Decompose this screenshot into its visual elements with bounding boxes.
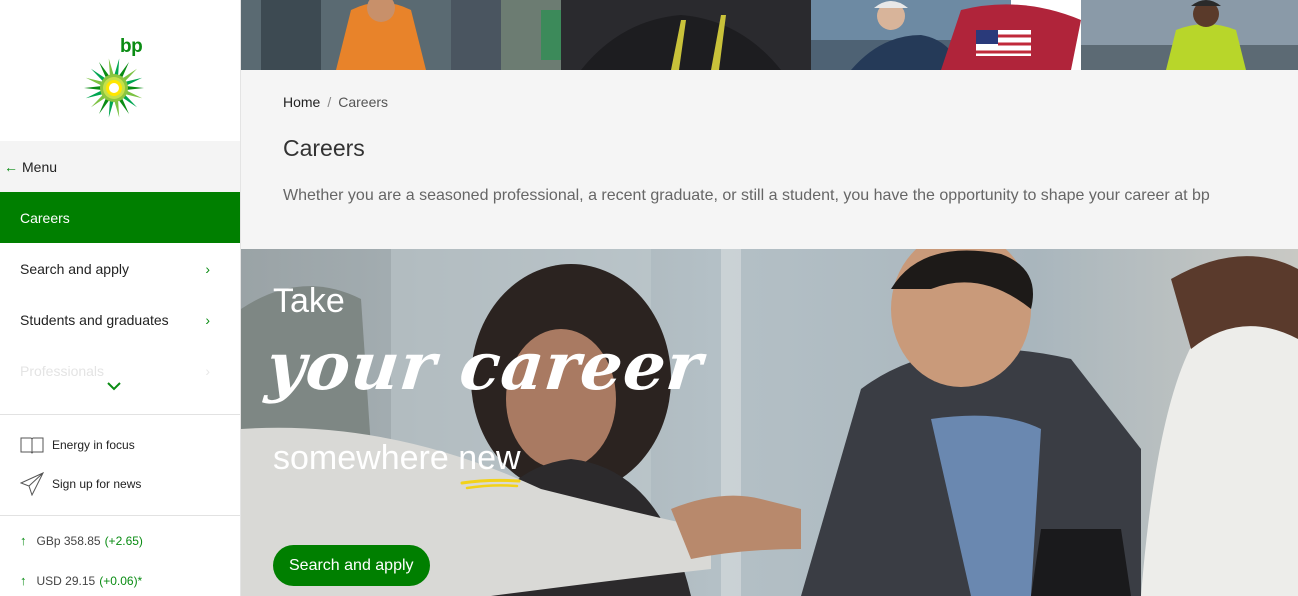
helios-logo-icon [84, 58, 144, 118]
hero-background-image [241, 249, 1298, 596]
share-price-gbp: ↑ GBp 358.85 (+2.65) [20, 533, 143, 548]
energy-in-focus-link[interactable]: Energy in focus [20, 436, 135, 454]
page-title: Careers [283, 135, 365, 161]
chevron-down-icon[interactable] [106, 380, 122, 392]
sidebar-item-careers[interactable]: Careers [0, 192, 240, 243]
yellow-underline-swoosh [460, 478, 521, 490]
sidebar-item-search-and-apply[interactable]: Search and apply › [0, 243, 240, 294]
arrow-left-icon: ← [4, 158, 18, 175]
logo-wordmark: bp [120, 36, 143, 57]
menu-back-label: Menu [22, 158, 58, 175]
logo-ray [84, 85, 103, 91]
ticker-price: USD 29.15 [36, 573, 96, 588]
logo-ray [108, 58, 114, 77]
arrow-up-icon: ↑ [20, 573, 27, 588]
chevron-right-icon: › [205, 311, 210, 328]
header-photo-strip [241, 0, 1298, 70]
main-content: Home / Careers Careers Whether you are a… [241, 0, 1298, 596]
ticker-change: (+2.65) [104, 533, 143, 548]
chevron-right-icon: › [205, 362, 210, 379]
sidebar-item-label: Careers [20, 209, 70, 226]
chevron-right-icon: › [205, 260, 210, 277]
share-price-usd: ↑ USD 29.15 (+0.06)* [20, 573, 142, 588]
breadcrumb-home-link[interactable]: Home [283, 94, 320, 110]
sidebar-item-label: Professionals [20, 362, 105, 379]
sign-up-for-news-link[interactable]: Sign up for news [20, 472, 141, 496]
hero-heading-line3-prefix: somewhere [273, 439, 459, 477]
sign-up-for-news-label: Sign up for news [52, 477, 142, 491]
sidebar-item-label: Students and graduates [20, 311, 169, 328]
energy-in-focus-label: Energy in focus [52, 438, 135, 452]
bp-logo[interactable]: bp [0, 0, 240, 141]
page-description: Whether you are a seasoned professional,… [283, 187, 1210, 204]
sidebar-divider [0, 414, 240, 415]
sidebar-item-label: Search and apply [20, 260, 129, 277]
logo-ray [114, 99, 120, 118]
ticker-price: GBp 358.85 [36, 533, 101, 548]
sidebar-nav-list: Careers Search and apply › Students and … [0, 192, 240, 396]
breadcrumb-current: Careers [338, 94, 389, 110]
sidebar-divider [0, 515, 240, 516]
paper-plane-icon [20, 472, 44, 496]
hero-heading-highlight: new [458, 439, 521, 477]
logo-ray [108, 99, 114, 118]
page-header: Home / Careers Careers Whether you are a… [241, 70, 1298, 249]
breadcrumb-separator: / [327, 94, 332, 110]
hero-heading-script: your career [262, 327, 707, 405]
logo-ray [114, 58, 120, 77]
menu-back-button[interactable]: ← Menu [0, 141, 240, 192]
book-icon [20, 437, 44, 454]
breadcrumb: Home / Careers [283, 94, 388, 110]
hero-heading-line3: somewhere new [273, 439, 521, 478]
hero-heading-line1: Take [273, 282, 345, 320]
ticker-change: (+0.06)* [99, 573, 143, 588]
arrow-up-icon: ↑ [20, 533, 27, 548]
hero-banner: Take your career somewhere new Search an… [241, 249, 1298, 596]
sidebar-item-students-and-graduates[interactable]: Students and graduates › [0, 294, 240, 345]
search-and-apply-button[interactable]: Search and apply [273, 545, 430, 586]
header-photo-collage [241, 0, 1298, 70]
logo-ray [125, 85, 144, 91]
sidebar-navigation: bp ← Menu Careers Search and apply › Stu… [0, 0, 241, 596]
